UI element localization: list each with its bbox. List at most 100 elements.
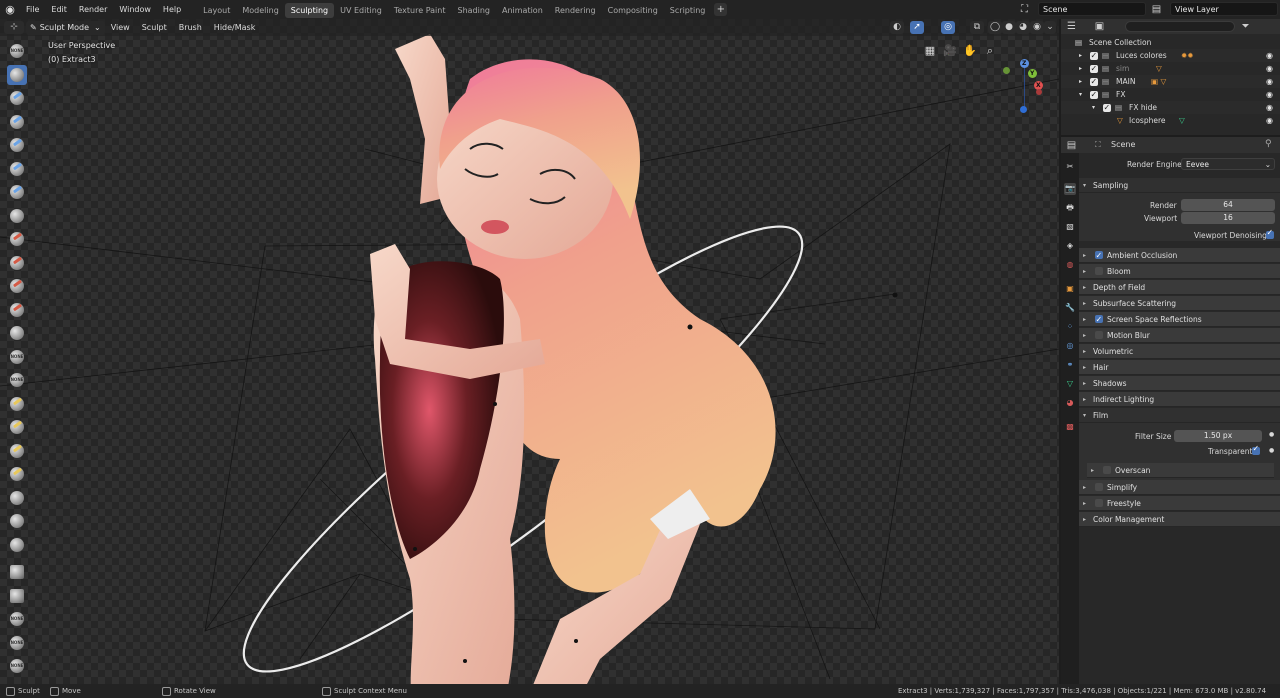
render-engine-select[interactable]: Eevee ⌄ bbox=[1181, 158, 1275, 170]
panel-sampling[interactable]: ▾ Sampling bbox=[1079, 178, 1280, 193]
gizmo-y-axis[interactable]: Y bbox=[1028, 69, 1037, 78]
panel-film[interactable]: ▾ Film bbox=[1079, 408, 1280, 423]
object-tab-icon[interactable]: ▣ bbox=[1064, 283, 1076, 295]
tool-mask[interactable] bbox=[7, 535, 27, 555]
tool-thumb[interactable] bbox=[7, 441, 27, 461]
tool-clay[interactable] bbox=[7, 88, 27, 108]
tool-inflate[interactable] bbox=[7, 159, 27, 179]
view-layer-tab-icon[interactable]: ▧ bbox=[1064, 221, 1076, 233]
overscan-checkbox[interactable] bbox=[1103, 466, 1111, 474]
panel-simplify[interactable]: ▸ Simplify bbox=[1079, 480, 1280, 495]
outliner-row-sim[interactable]: ▸ ▤ sim ▽ ◉ bbox=[1061, 62, 1280, 75]
menu-sculpt[interactable]: Sculpt bbox=[136, 19, 173, 36]
tool-simplify[interactable] bbox=[7, 511, 27, 531]
gizmo-neg-x-axis[interactable] bbox=[1036, 89, 1042, 95]
tab-layout[interactable]: Layout bbox=[197, 3, 236, 18]
render-samples-field[interactable]: 64 bbox=[1181, 199, 1275, 211]
outliner-row-fx[interactable]: ▾ ▤ FX ◉ bbox=[1061, 88, 1280, 101]
pan-hand-icon[interactable]: ✋ bbox=[962, 43, 978, 59]
visibility-eye-icon[interactable]: ◉ bbox=[1266, 88, 1273, 101]
shading-solid-icon[interactable]: ● bbox=[1002, 21, 1016, 34]
scene-tab-icon[interactable]: ◈ bbox=[1064, 240, 1076, 252]
tool-blob[interactable] bbox=[7, 182, 27, 202]
pin-icon[interactable]: ⚲ bbox=[1265, 139, 1272, 149]
tab-texture-paint[interactable]: Texture Paint bbox=[388, 3, 452, 18]
zoom-icon[interactable]: ⌕ bbox=[982, 43, 998, 59]
visibility-eye-icon[interactable]: ◉ bbox=[1266, 49, 1273, 62]
tool-scrape[interactable] bbox=[7, 300, 27, 320]
tool-none[interactable]: NONE bbox=[7, 41, 27, 61]
camera-icon[interactable]: 🎥 bbox=[942, 43, 958, 59]
add-workspace-button[interactable]: + bbox=[714, 3, 728, 16]
outliner-editor-icon[interactable]: ☰ bbox=[1065, 20, 1078, 33]
gizmo-neg-y-axis[interactable] bbox=[1003, 67, 1010, 74]
panel-hair[interactable]: ▸ Hair bbox=[1079, 360, 1280, 375]
menu-brush[interactable]: Brush bbox=[173, 19, 208, 36]
panel-subsurface-scattering[interactable]: ▸ Subsurface Scattering bbox=[1079, 296, 1280, 311]
tool-layer[interactable] bbox=[7, 135, 27, 155]
tab-shading[interactable]: Shading bbox=[451, 3, 496, 18]
tool-none-6[interactable]: NONE bbox=[7, 656, 27, 676]
view-layer-icon[interactable]: ▤ bbox=[1150, 3, 1163, 16]
tool-grab[interactable] bbox=[7, 394, 27, 414]
tab-sculpting[interactable]: Sculpting bbox=[284, 3, 335, 18]
render-tab-icon[interactable]: 📷 bbox=[1064, 183, 1076, 195]
simplify-checkbox[interactable] bbox=[1095, 483, 1103, 491]
material-tab-icon[interactable]: ◕ bbox=[1064, 397, 1076, 409]
editor-type-icon[interactable]: ⊹ bbox=[4, 21, 24, 34]
world-tab-icon[interactable]: ◍ bbox=[1064, 259, 1076, 271]
tab-modeling[interactable]: Modeling bbox=[236, 3, 284, 18]
display-mode-icon[interactable]: ▣ bbox=[1093, 20, 1106, 33]
motion-blur-checkbox[interactable] bbox=[1095, 331, 1103, 339]
3d-viewport[interactable]: ⊹ ✎ Sculpt Mode ⌄ View Sculpt Brush Hide… bbox=[0, 19, 1059, 684]
outliner-row-main[interactable]: ▸ ▤ MAIN ▣ ▽ ◉ bbox=[1061, 75, 1280, 88]
tab-compositing[interactable]: Compositing bbox=[602, 3, 664, 18]
panel-volumetric[interactable]: ▸ Volumetric bbox=[1079, 344, 1280, 359]
panel-motion-blur[interactable]: ▸ Motion Blur bbox=[1079, 328, 1280, 343]
tool-tab-icon[interactable]: ✂ bbox=[1064, 161, 1076, 173]
outliner-row-icosphere[interactable]: ▽ Icosphere ▽ ◉ bbox=[1061, 114, 1280, 127]
scene-icon[interactable]: ⛶ bbox=[1018, 3, 1031, 16]
ssr-checkbox[interactable] bbox=[1095, 312, 1103, 327]
tab-animation[interactable]: Animation bbox=[496, 3, 549, 18]
tab-rendering[interactable]: Rendering bbox=[549, 3, 602, 18]
menu-hide-mask[interactable]: Hide/Mask bbox=[208, 19, 262, 36]
exclude-checkbox[interactable] bbox=[1090, 49, 1098, 62]
navigation-gizmo[interactable]: Z X Y bbox=[1000, 59, 1048, 115]
particles-tab-icon[interactable]: ⁘ bbox=[1064, 321, 1076, 333]
filter-icon[interactable]: ⏷ bbox=[1239, 20, 1252, 33]
menu-edit[interactable]: Edit bbox=[45, 0, 73, 19]
filter-size-field[interactable]: 1.50 px bbox=[1174, 430, 1262, 442]
tool-rotate[interactable] bbox=[7, 488, 27, 508]
tool-none-2[interactable]: NONE bbox=[7, 347, 27, 367]
tool-none-3[interactable]: NONE bbox=[7, 370, 27, 390]
texture-tab-icon[interactable]: ▩ bbox=[1064, 421, 1076, 433]
panel-overscan[interactable]: ▸ Overscan bbox=[1087, 463, 1274, 478]
tab-uv-editing[interactable]: UV Editing bbox=[334, 3, 388, 18]
mode-selector[interactable]: ✎ Sculpt Mode ⌄ bbox=[26, 20, 105, 35]
tool-box-hide[interactable] bbox=[7, 586, 27, 606]
tool-box-mask[interactable] bbox=[7, 562, 27, 582]
output-tab-icon[interactable]: 🖶 bbox=[1064, 202, 1076, 214]
menu-file[interactable]: File bbox=[20, 0, 45, 19]
visibility-eye-icon[interactable]: ◉ bbox=[1266, 75, 1273, 88]
view-layer-field[interactable]: View Layer bbox=[1170, 2, 1278, 16]
panel-ambient-occlusion[interactable]: ▸Ambient Occlusion bbox=[1079, 248, 1280, 263]
panel-shadows[interactable]: ▸ Shadows bbox=[1079, 376, 1280, 391]
scene-collection-row[interactable]: ▤ Scene Collection bbox=[1061, 36, 1280, 49]
outliner-search-input[interactable] bbox=[1125, 21, 1235, 32]
exclude-checkbox[interactable] bbox=[1090, 75, 1098, 88]
camera-view-icon[interactable]: ▦ bbox=[922, 43, 938, 59]
shading-wireframe-icon[interactable]: ◯ bbox=[988, 21, 1002, 34]
panel-depth-of-field[interactable]: ▸ Depth of Field bbox=[1079, 280, 1280, 295]
tool-fill[interactable] bbox=[7, 276, 27, 296]
modifiers-tab-icon[interactable]: 🔧 bbox=[1064, 302, 1076, 314]
outliner-row-fx-hide[interactable]: ▾ ▤ FX hide ◉ bbox=[1061, 101, 1280, 114]
menu-help[interactable]: Help bbox=[157, 0, 187, 19]
tab-scripting[interactable]: Scripting bbox=[664, 3, 712, 18]
viewport-samples-field[interactable]: 16 bbox=[1181, 212, 1275, 224]
outliner-row-luces[interactable]: ▸ ▤ Luces colores ✹✹ ◉ bbox=[1061, 49, 1280, 62]
tool-crease[interactable] bbox=[7, 206, 27, 226]
animate-dot-icon[interactable]: ● bbox=[1269, 431, 1274, 438]
tool-snake-hook[interactable] bbox=[7, 417, 27, 437]
